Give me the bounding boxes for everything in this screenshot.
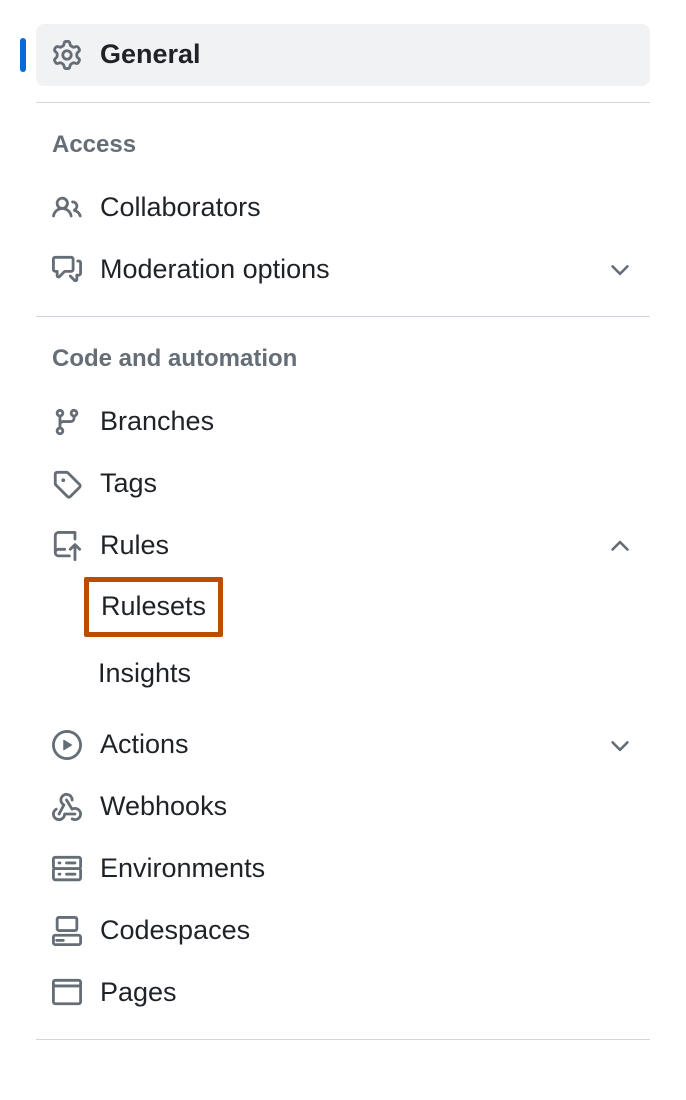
- rules-subitems: Rulesets Insights: [36, 577, 650, 711]
- chevron-down-icon: [606, 255, 634, 283]
- comment-discussion-icon: [52, 254, 82, 284]
- repo-push-icon: [52, 531, 82, 561]
- sidebar-item-pages[interactable]: Pages: [36, 962, 650, 1024]
- gear-icon: [52, 40, 82, 70]
- sidebar-item-label: Moderation options: [100, 251, 606, 289]
- settings-sidebar: General Access Collaborators Moderation …: [0, 0, 686, 1040]
- sidebar-item-label: Tags: [100, 465, 634, 503]
- chevron-up-icon: [606, 532, 634, 560]
- divider: [36, 316, 650, 317]
- webhook-icon: [52, 792, 82, 822]
- sidebar-item-label: Environments: [100, 850, 634, 888]
- browser-icon: [52, 977, 82, 1007]
- git-branch-icon: [52, 407, 82, 437]
- sidebar-item-environments[interactable]: Environments: [36, 838, 650, 900]
- sidebar-item-label: Pages: [100, 974, 634, 1012]
- sidebar-item-label: Codespaces: [100, 912, 634, 950]
- codespaces-icon: [52, 916, 82, 946]
- divider: [36, 102, 650, 103]
- sidebar-item-label: Branches: [100, 403, 634, 441]
- sidebar-item-rules[interactable]: Rules: [36, 515, 650, 577]
- sidebar-item-label: Collaborators: [100, 189, 634, 227]
- sidebar-item-collaborators[interactable]: Collaborators: [36, 177, 650, 239]
- sidebar-item-label: Rules: [100, 527, 606, 565]
- sidebar-item-tags[interactable]: Tags: [36, 453, 650, 515]
- sidebar-item-codespaces[interactable]: Codespaces: [36, 900, 650, 962]
- sidebar-item-general[interactable]: General: [36, 24, 650, 86]
- sidebar-item-label: Actions: [100, 726, 606, 764]
- sidebar-subitem-rulesets[interactable]: Rulesets: [84, 577, 223, 637]
- sidebar-item-label: Webhooks: [100, 788, 634, 826]
- tag-icon: [52, 469, 82, 499]
- sidebar-item-label: General: [100, 36, 634, 74]
- sidebar-subitem-insights[interactable]: Insights: [84, 645, 205, 703]
- section-heading-access: Access: [36, 121, 650, 177]
- divider: [36, 1039, 650, 1040]
- sidebar-item-actions[interactable]: Actions: [36, 714, 650, 776]
- sidebar-item-branches[interactable]: Branches: [36, 391, 650, 453]
- section-heading-code: Code and automation: [36, 335, 650, 391]
- chevron-down-icon: [606, 731, 634, 759]
- people-icon: [52, 193, 82, 223]
- sidebar-item-webhooks[interactable]: Webhooks: [36, 776, 650, 838]
- play-icon: [52, 730, 82, 760]
- sidebar-item-moderation[interactable]: Moderation options: [36, 239, 650, 301]
- server-icon: [52, 854, 82, 884]
